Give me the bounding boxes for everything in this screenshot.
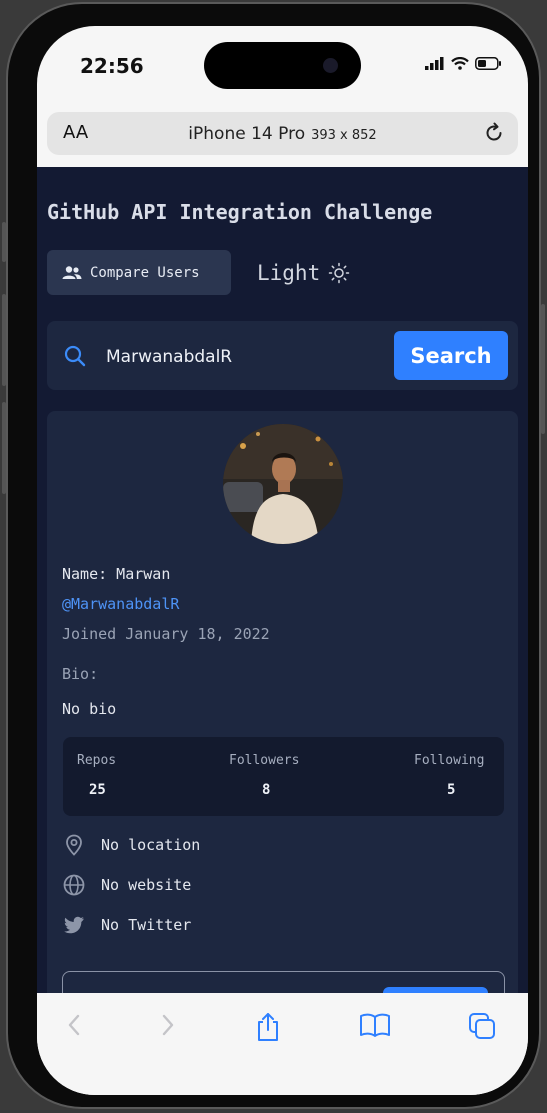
battery-icon (475, 57, 501, 70)
stats-panel: Repos 25 Followers 8 Following 5 (63, 737, 504, 816)
twitter-row: No Twitter (62, 913, 191, 937)
twitter-text: No Twitter (101, 916, 192, 934)
profile-name: Name: Marwan (62, 565, 171, 583)
avatar (223, 424, 343, 544)
volume-down-button (2, 402, 6, 494)
location-row: No location (62, 833, 200, 857)
screen: 22:56 AA iPhone 14 Pro 393 x 852 GitHub … (37, 26, 528, 1095)
profile-card: Name: Marwan @MarwanabdalR Joined Januar… (47, 411, 518, 993)
stat-repos-value: 25 (89, 782, 106, 798)
location-text: No location (101, 836, 201, 854)
power-button (541, 304, 545, 434)
bio-label: Bio: (62, 665, 99, 683)
theme-label: Light (257, 261, 321, 285)
tabs-icon[interactable] (467, 1011, 497, 1041)
device-label: iPhone 14 Pro 393 x 852 (47, 124, 518, 144)
web-content: GitHub API Integration Challenge Compare… (37, 167, 528, 993)
wifi-icon (451, 57, 469, 70)
compare-users-button[interactable]: Compare Users (47, 250, 231, 295)
theme-toggle[interactable]: Light (257, 261, 350, 285)
reload-icon[interactable] (482, 121, 506, 145)
location-pin-icon (66, 834, 82, 856)
page-title: GitHub API Integration Challenge (47, 200, 433, 224)
next-section (62, 971, 505, 993)
users-icon (62, 265, 82, 279)
globe-icon (63, 874, 85, 896)
signal-icon (425, 57, 444, 70)
phone-frame: 22:56 AA iPhone 14 Pro 393 x 852 GitHub … (2, 2, 545, 1109)
stat-following-value: 5 (447, 782, 456, 798)
device-name: iPhone 14 Pro (188, 124, 306, 144)
bookmarks-icon[interactable] (359, 1011, 391, 1039)
share-icon[interactable] (254, 1011, 282, 1043)
dynamic-island (204, 42, 361, 89)
stat-repos-label: Repos (77, 753, 117, 768)
profile-joined-date: Joined January 18, 2022 (62, 625, 270, 643)
website-text: No website (101, 876, 192, 894)
stat-followers-label: Followers (229, 753, 300, 768)
website-row: No website (62, 873, 191, 897)
search-button[interactable]: Search (394, 331, 508, 380)
sun-icon (328, 262, 350, 284)
profile-login-link[interactable]: @MarwanabdalR (62, 595, 179, 613)
address-bar[interactable]: AA iPhone 14 Pro 393 x 852 (47, 112, 518, 155)
browser-toolbar (37, 993, 528, 1095)
bio-text: No bio (62, 700, 117, 718)
forward-icon[interactable] (155, 1011, 179, 1039)
status-time: 22:56 (80, 54, 144, 78)
search-icon (64, 345, 86, 367)
search-bar: MarwanabdalR Search (47, 321, 518, 390)
device-size: 393 x 852 (311, 128, 377, 143)
stat-following-label: Following (414, 753, 485, 768)
back-icon[interactable] (63, 1011, 87, 1039)
volume-up-button (2, 294, 6, 386)
search-input[interactable]: MarwanabdalR (106, 347, 232, 367)
status-icons (425, 57, 502, 70)
stat-followers-value: 8 (262, 782, 271, 798)
silent-switch (2, 222, 6, 262)
twitter-icon (64, 916, 84, 934)
status-bar: 22:56 (37, 26, 528, 108)
compare-users-label: Compare Users (90, 264, 200, 281)
